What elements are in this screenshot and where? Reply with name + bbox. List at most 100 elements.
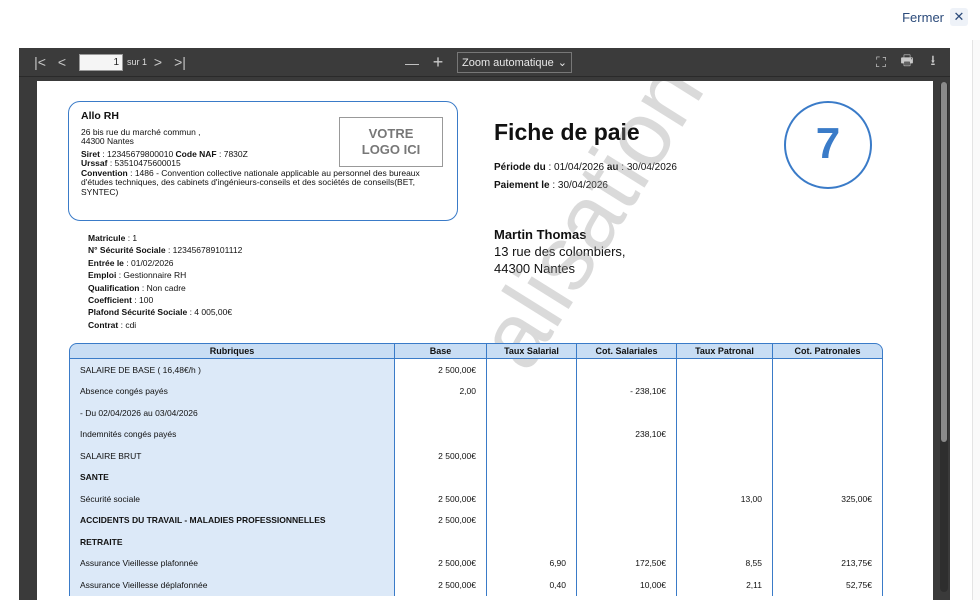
table-row: Absence congés payés 2,00 - 238,10€: [69, 380, 883, 402]
pdf-viewer: |< < 1 sur 1 > >| — + Zoom automatique ⌄…: [19, 48, 950, 611]
table-cell: [677, 466, 773, 488]
table-cell: [677, 402, 773, 424]
table-row: ACCIDENTS DU TRAVAIL - MALADIES PROFESSI…: [69, 509, 883, 531]
pdf-scroll-area[interactable]: Allo RH 26 bis rue du marché commun , 44…: [19, 78, 950, 611]
table-cell: [773, 466, 883, 488]
table-cell: [773, 359, 883, 381]
print-icon[interactable]: 🖶: [896, 52, 918, 72]
table-cell: [487, 509, 577, 531]
zoom-out-icon[interactable]: —: [401, 53, 423, 73]
close-icon[interactable]: ✕: [950, 8, 968, 26]
table-cell: [395, 423, 487, 445]
company-convention: Convention : 1486 - Convention collectiv…: [81, 167, 420, 197]
table-cell: [773, 445, 883, 467]
table-row: Sécurité sociale 2 500,00€ 13,00 325,00€: [69, 488, 883, 510]
table-cell: 2 500,00€: [395, 359, 487, 381]
table-cell: SALAIRE BRUT: [69, 445, 395, 467]
table-cell: [395, 402, 487, 424]
close-label[interactable]: Fermer: [902, 10, 944, 25]
table-cell: [773, 402, 883, 424]
table-cell: 172,50€: [577, 552, 677, 574]
logo-placeholder: VOTRE LOGO ICI: [339, 117, 443, 167]
table-header-cell: Rubriques: [69, 343, 395, 359]
table-cell: 0,40: [487, 574, 577, 596]
table-header-cell: Cot. Salariales: [577, 343, 677, 359]
fullscreen-icon[interactable]: ⛶: [870, 52, 892, 72]
table-cell: [395, 466, 487, 488]
pdf-page: Allo RH 26 bis rue du marché commun , 44…: [37, 81, 933, 611]
last-page-icon[interactable]: >|: [169, 52, 191, 72]
table-row: SALAIRE BRUT 2 500,00€: [69, 445, 883, 467]
pdf-scrollbar-thumb[interactable]: [941, 82, 947, 442]
page-number-input[interactable]: 1: [79, 53, 123, 71]
table-cell: 2,11: [677, 574, 773, 596]
table-cell: 10,00€: [577, 574, 677, 596]
table-cell: [487, 423, 577, 445]
table-cell: [773, 531, 883, 553]
table-cell: RETRAITE: [69, 531, 395, 553]
download-icon[interactable]: ⭳: [922, 52, 944, 72]
employee-field: Plafond Sécurité Sociale : 4 005,00€: [88, 307, 233, 318]
table-row: Assurance Vieillesse déplafonnée 2 500,00…: [69, 574, 883, 596]
table-header-cell: Taux Patronal: [677, 343, 773, 359]
company-info-box: Allo RH 26 bis rue du marché commun , 44…: [68, 101, 458, 221]
table-cell: 13,00: [677, 488, 773, 510]
table-cell: Absence congés payés: [69, 380, 395, 402]
table-cell: [577, 402, 677, 424]
table-row: RETRAITE: [69, 531, 883, 553]
pdf-scrollbar[interactable]: [940, 82, 948, 592]
employee-info: Matricule : 1 N° Sécurité Sociale : 12345…: [88, 232, 242, 331]
table-row: SALAIRE DE BASE ( 16,48€/h ) 2 500,00€: [69, 359, 883, 381]
table-cell: Sécurité sociale: [69, 488, 395, 510]
table-cell: [395, 531, 487, 553]
outer-scrollbar[interactable]: [972, 40, 980, 600]
zoom-controls: — + Zoom automatique ⌄: [401, 52, 572, 73]
table-cell: 2 500,00€: [395, 509, 487, 531]
employee-field: Coefficient : 100: [88, 295, 154, 306]
zoom-in-icon[interactable]: +: [427, 52, 449, 73]
table-cell: [487, 445, 577, 467]
table-cell: Indemnités congés payés: [69, 423, 395, 445]
table-cell: 238,10€: [577, 423, 677, 445]
employee-field: N° Sécurité Sociale : 123456789101112: [88, 245, 243, 256]
pdf-toolbar: |< < 1 sur 1 > >| — + Zoom automatique ⌄…: [19, 48, 950, 77]
table-cell: [677, 445, 773, 467]
table-cell: 52,75€: [773, 574, 883, 596]
table-cell: [773, 509, 883, 531]
previous-page-icon[interactable]: <: [51, 52, 73, 72]
next-page-icon[interactable]: >: [147, 52, 169, 72]
table-row: - Du 02/04/2026 au 03/04/2026: [69, 402, 883, 424]
chevron-down-icon: ⌄: [557, 57, 567, 69]
table-cell: 8,55: [677, 552, 773, 574]
zoom-select[interactable]: Zoom automatique ⌄: [457, 52, 572, 73]
table-cell: 6,90: [487, 552, 577, 574]
page-count-label: sur 1: [127, 57, 148, 67]
table-cell: 2 500,00€: [395, 488, 487, 510]
table-cell: [677, 359, 773, 381]
table-cell: [677, 380, 773, 402]
table-cell: [577, 509, 677, 531]
table-cell: [773, 380, 883, 402]
table-cell: [577, 488, 677, 510]
table-cell: - Du 02/04/2026 au 03/04/2026: [69, 402, 395, 424]
table-cell: - 238,10€: [577, 380, 677, 402]
close-control[interactable]: Fermer ✕: [902, 8, 968, 26]
table-cell: [677, 531, 773, 553]
employee-field: Contrat : cdi: [88, 319, 137, 330]
step-number-badge: 7: [784, 101, 872, 189]
table-header-cell: Base: [395, 343, 487, 359]
payslip-table: Rubriques Base Taux Salarial Cot. Salariale…: [69, 343, 883, 596]
table-cell: [773, 423, 883, 445]
first-page-icon[interactable]: |<: [29, 52, 51, 72]
table-cell: [677, 423, 773, 445]
table-cell: [577, 466, 677, 488]
table-cell: 2 500,00€: [395, 445, 487, 467]
employee-field: Qualification : Non cadre: [88, 282, 186, 293]
table-cell: 325,00€: [773, 488, 883, 510]
table-cell: [487, 380, 577, 402]
table-header-cell: Taux Salarial: [487, 343, 577, 359]
employee-field: Entrée le : 01/02/2026: [88, 257, 174, 268]
table-cell: [487, 488, 577, 510]
table-row: SANTE: [69, 466, 883, 488]
table-row: Indemnités congés payés 238,10€: [69, 423, 883, 445]
